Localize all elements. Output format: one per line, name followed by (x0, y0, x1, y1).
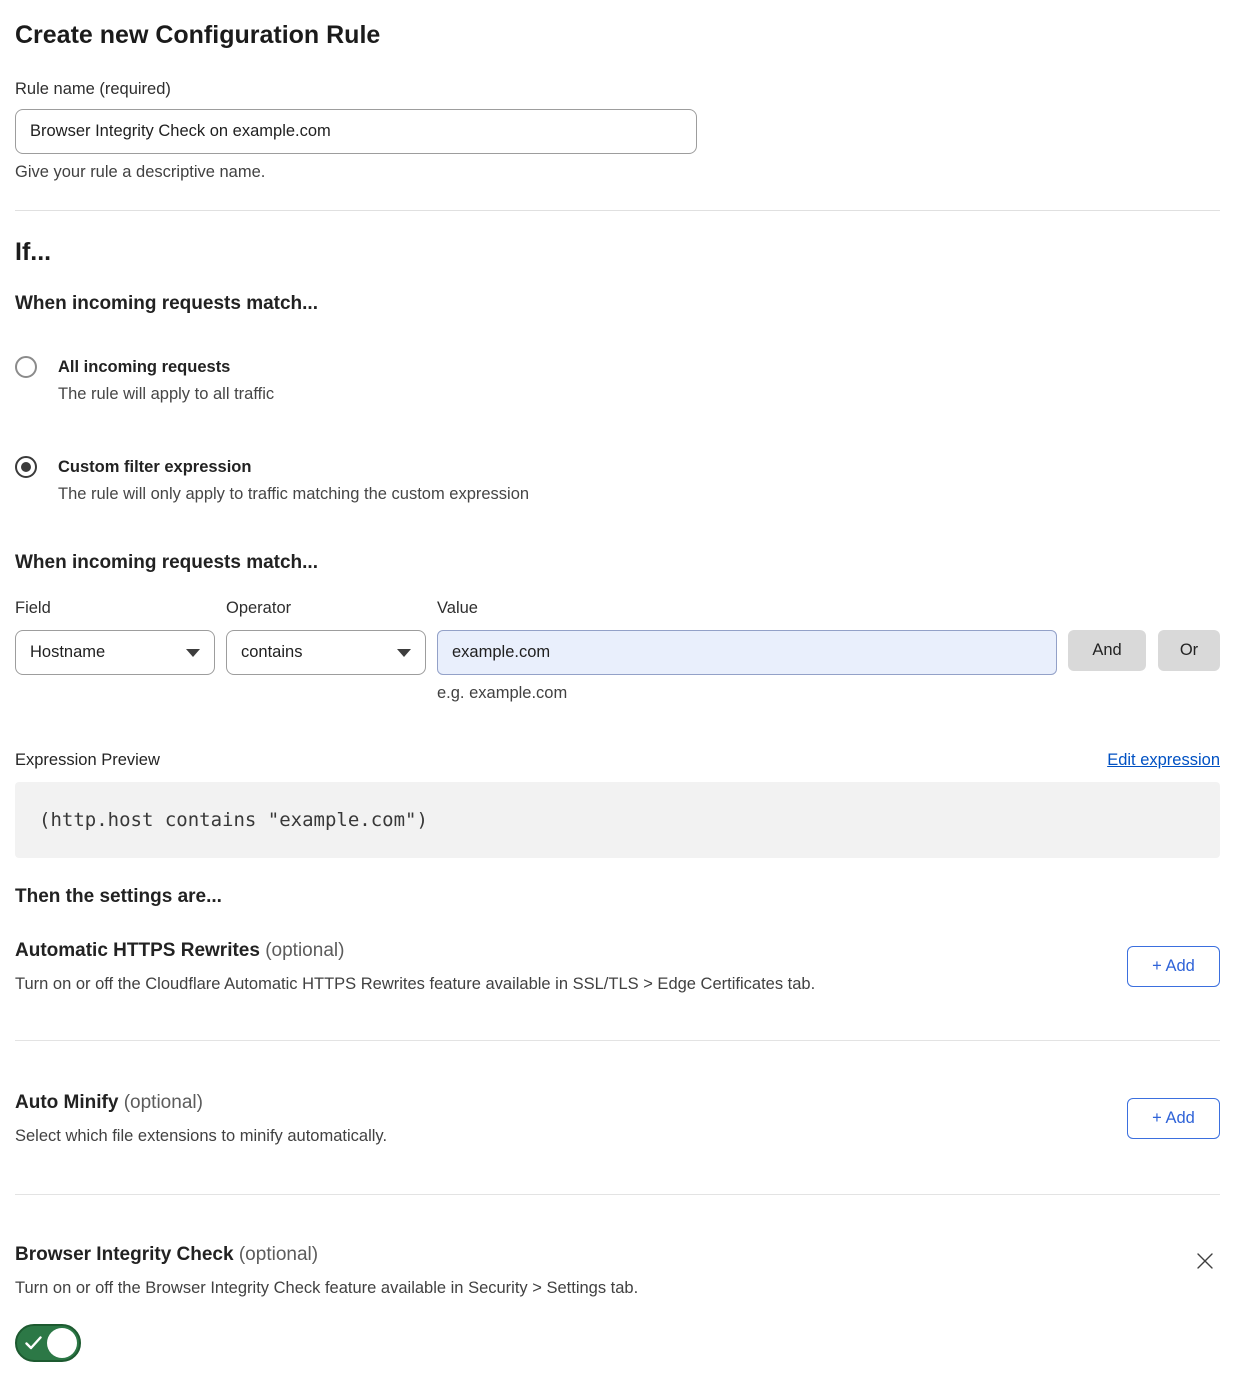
remove-setting-button[interactable] (1190, 1246, 1220, 1279)
setting-automatic-https-rewrites: Automatic HTTPS Rewrites (optional) Turn… (15, 940, 1220, 1041)
setting-title: Auto Minify (optional) (15, 1092, 387, 1114)
check-icon (25, 1336, 42, 1350)
create-rule-form: Create new Configuration Rule Rule name … (0, 0, 1237, 1376)
field-label: Field (15, 599, 215, 618)
operator-select-value: contains (241, 643, 302, 662)
rule-name-label: Rule name (required) (15, 80, 1220, 99)
operator-column: Operator contains (226, 599, 426, 675)
value-label: Value (437, 599, 1057, 618)
or-button[interactable]: Or (1158, 630, 1220, 671)
operator-select[interactable]: contains (226, 630, 426, 675)
builder-heading: When incoming requests match... (15, 552, 1220, 574)
radio-option-all-requests[interactable]: All incoming requests The rule will appl… (15, 356, 1220, 404)
setting-title: Browser Integrity Check (optional) (15, 1244, 638, 1266)
field-column: Field Hostname (15, 599, 215, 675)
setting-text: Auto Minify (optional) Select which file… (15, 1092, 387, 1146)
match-subheading: When incoming requests match... (15, 293, 1220, 315)
expression-preview-label: Expression Preview (15, 751, 160, 770)
if-heading: If... (15, 237, 1220, 267)
setting-browser-integrity-check: Browser Integrity Check (optional) Turn … (15, 1244, 1220, 1362)
expression-preview-code: (http.host contains "example.com") (15, 782, 1220, 858)
radio-custom-filter[interactable] (15, 456, 37, 478)
setting-auto-minify: Auto Minify (optional) Select which file… (15, 1092, 1220, 1195)
radio-custom-filter-label: Custom filter expression (58, 456, 529, 478)
toggle-knob (47, 1328, 77, 1358)
section-divider (15, 210, 1220, 211)
and-button[interactable]: And (1068, 630, 1146, 671)
setting-description: Turn on or off the Cloudflare Automatic … (15, 975, 815, 994)
operator-label: Operator (226, 599, 426, 618)
radio-all-requests-label: All incoming requests (58, 356, 274, 378)
setting-optional-text: (optional) (124, 1092, 203, 1113)
field-select[interactable]: Hostname (15, 630, 215, 675)
setting-title-text: Browser Integrity Check (15, 1244, 234, 1265)
chevron-down-icon (397, 649, 411, 657)
value-input[interactable] (437, 630, 1057, 675)
add-https-rewrites-button[interactable]: + Add (1127, 946, 1220, 987)
value-column: Value (437, 599, 1057, 675)
setting-title-text: Auto Minify (15, 1092, 118, 1113)
radio-option-text: Custom filter expression The rule will o… (58, 456, 529, 504)
close-icon (1194, 1260, 1216, 1275)
expression-preview-header: Expression Preview Edit expression (15, 751, 1220, 770)
setting-description: Turn on or off the Browser Integrity Che… (15, 1279, 638, 1298)
settings-heading: Then the settings are... (15, 886, 1220, 908)
radio-all-requests-desc: The rule will apply to all traffic (58, 385, 274, 404)
setting-description: Select which file extensions to minify a… (15, 1127, 387, 1146)
radio-all-requests[interactable] (15, 356, 37, 378)
rule-name-help: Give your rule a descriptive name. (15, 163, 1220, 182)
add-auto-minify-button[interactable]: + Add (1127, 1098, 1220, 1139)
radio-option-custom-filter[interactable]: Custom filter expression The rule will o… (15, 456, 1220, 504)
browser-integrity-check-toggle[interactable] (15, 1324, 81, 1362)
radio-option-text: All incoming requests The rule will appl… (58, 356, 274, 404)
setting-title: Automatic HTTPS Rewrites (optional) (15, 940, 815, 962)
field-select-value: Hostname (30, 643, 105, 662)
rule-name-input[interactable] (15, 109, 697, 154)
value-help: e.g. example.com (437, 684, 1220, 703)
setting-text: Automatic HTTPS Rewrites (optional) Turn… (15, 940, 815, 994)
setting-optional-text: (optional) (239, 1244, 318, 1265)
edit-expression-link[interactable]: Edit expression (1107, 751, 1220, 770)
radio-custom-filter-desc: The rule will only apply to traffic matc… (58, 485, 529, 504)
setting-optional-text: (optional) (265, 940, 344, 961)
chevron-down-icon (186, 649, 200, 657)
setting-title-text: Automatic HTTPS Rewrites (15, 940, 260, 961)
expression-builder-row: Field Hostname Operator contains Value A… (15, 599, 1220, 675)
page-title: Create new Configuration Rule (15, 20, 1220, 50)
setting-text: Browser Integrity Check (optional) Turn … (15, 1244, 638, 1362)
